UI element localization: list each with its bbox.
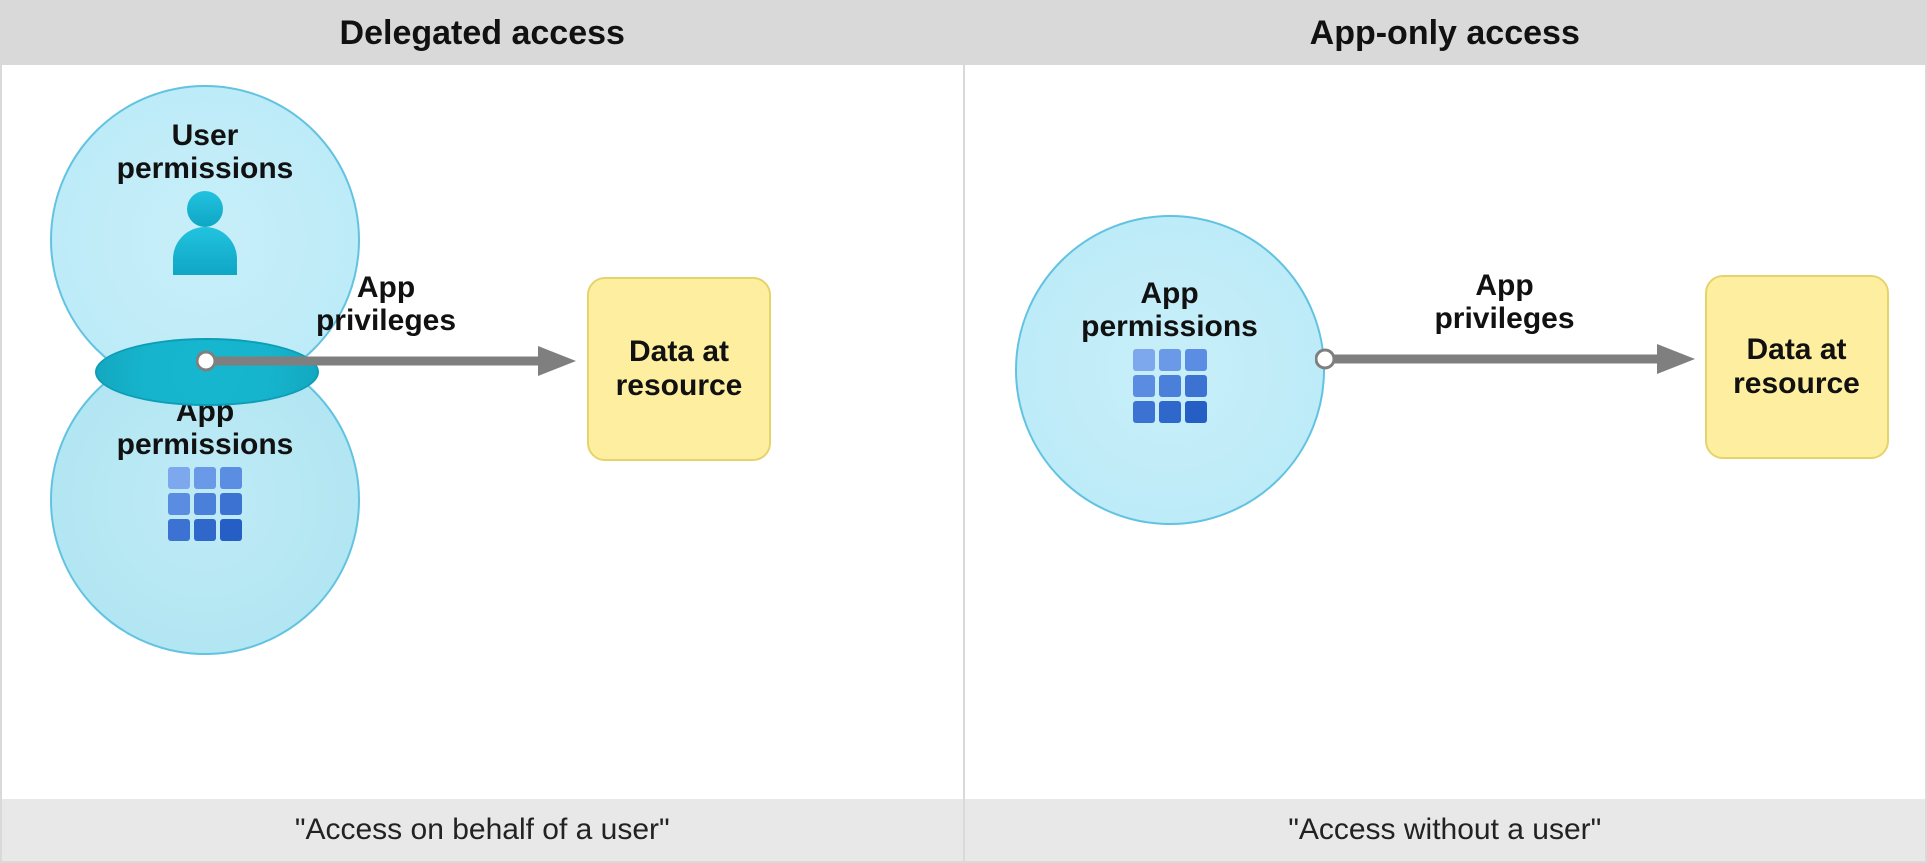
data-at-resource-label-apponly: Data at resource xyxy=(1733,333,1860,402)
user-icon xyxy=(173,191,237,275)
apponly-panel-caption: "Access without a user" xyxy=(965,799,1926,861)
delegated-panel: Delegated access User permissions App pe… xyxy=(2,2,965,861)
app-permissions-circle-apponly: App permissions xyxy=(1015,215,1325,525)
user-permissions-label: User permissions xyxy=(117,119,294,185)
apponly-panel-body: App permissions App privileges Data at xyxy=(965,65,1926,799)
diagram-container: Delegated access User permissions App pe… xyxy=(0,0,1927,863)
data-at-resource-label-delegated: Data at resource xyxy=(616,335,743,404)
delegated-panel-body: User permissions App permissions App pri… xyxy=(2,65,963,799)
delegated-panel-caption: "Access on behalf of a user" xyxy=(2,799,963,861)
data-at-resource-box-delegated: Data at resource xyxy=(587,277,771,461)
app-privileges-label-apponly: App privileges xyxy=(1434,269,1574,335)
app-privileges-arrow-apponly: App privileges xyxy=(1315,269,1695,375)
app-privileges-arrow-delegated: App privileges xyxy=(196,271,576,377)
delegated-panel-title: Delegated access xyxy=(2,2,963,65)
app-grid-icon xyxy=(168,467,242,541)
app-permissions-label-apponly: App permissions xyxy=(1081,277,1258,343)
data-at-resource-box-apponly: Data at resource xyxy=(1705,275,1889,459)
app-grid-icon xyxy=(1133,349,1207,423)
app-privileges-label-delegated: App privileges xyxy=(316,271,456,337)
apponly-panel: App-only access App permissions App priv… xyxy=(965,2,1927,861)
apponly-panel-title: App-only access xyxy=(965,2,1926,65)
